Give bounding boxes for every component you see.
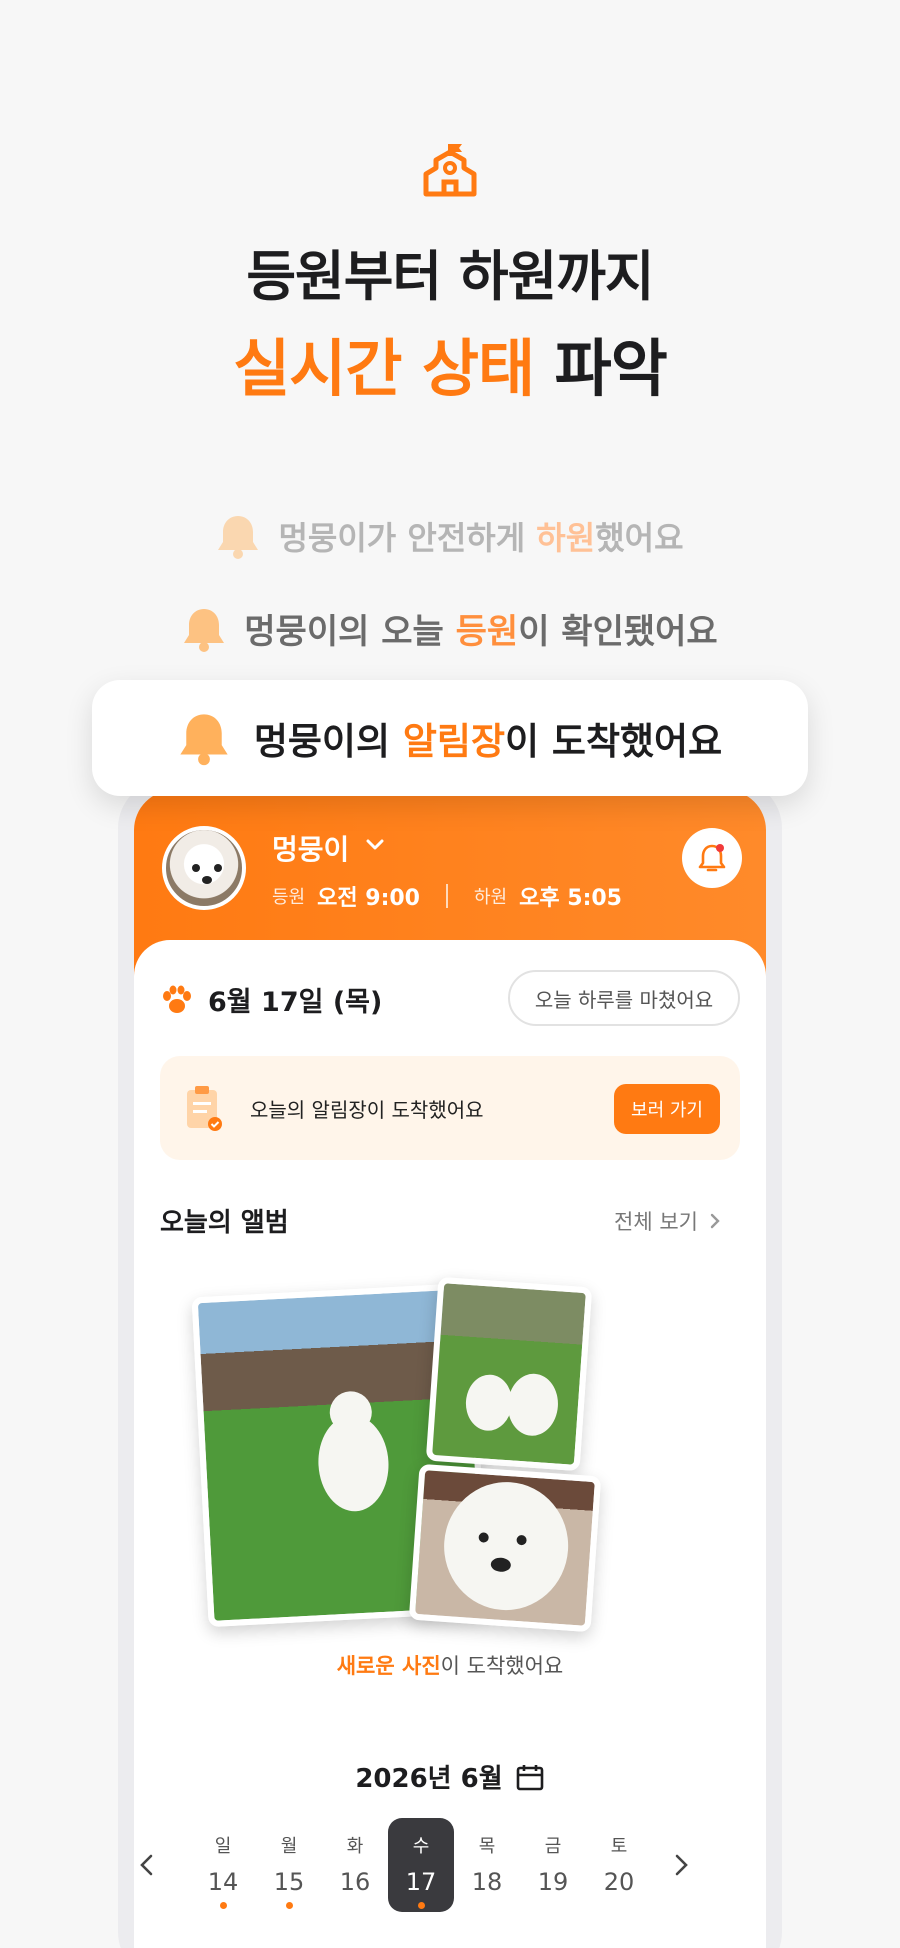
chevron-down-icon[interactable] (364, 834, 386, 856)
notification-text: 이 도착했어요 (505, 720, 723, 763)
weekday-label: 일 (214, 1836, 232, 1857)
activity-dot (285, 1902, 293, 1909)
main-content: 6월 17일 (목) 오늘 하루를 마쳤어요 오늘의 알림장이 도착했어요 보러… (134, 940, 766, 1948)
calendar-day[interactable]: 일 14 (190, 1818, 256, 1912)
calendar-day[interactable]: 화 16 (322, 1818, 388, 1912)
hero-title-rest: 파악 (534, 332, 668, 405)
weekday-label: 토 (610, 1836, 628, 1857)
album-caption: 새로운 사진이 도착했어요 (134, 1650, 766, 1680)
notification-text: 이 확인됐어요 (518, 612, 718, 652)
attendance-times: 등원 오전 9:00 하원 오후 5:05 (272, 880, 622, 912)
calendar-day[interactable]: 금 19 (520, 1818, 586, 1912)
notification-highlight: 등원 (455, 612, 519, 652)
school-icon (423, 144, 477, 197)
day-number: 14 (207, 1868, 239, 1896)
chevron-right-icon (710, 1213, 720, 1229)
calendar-icon (516, 1764, 543, 1790)
divider (446, 884, 448, 908)
activity-dot (550, 1902, 557, 1909)
calendar-day[interactable]: 목 18 (454, 1818, 520, 1912)
view-all-label: 전체 보기 (614, 1210, 698, 1234)
day-number: 16 (339, 1868, 371, 1896)
leave-time: 오후 5:05 (519, 886, 622, 911)
notification-button[interactable] (682, 828, 742, 888)
calendar-month: 2026년 6월 (355, 1764, 503, 1794)
day-number: 19 (537, 1868, 569, 1896)
notification-text: 멍뭉이의 (253, 720, 403, 763)
album-photo[interactable] (425, 1276, 593, 1472)
bell-icon (218, 516, 259, 559)
bell-icon (698, 844, 726, 872)
notification-text: 멍뭉이가 안전하게 (278, 519, 537, 557)
activity-dot (219, 1902, 227, 1909)
weekday-label: 수 (412, 1836, 430, 1857)
bell-icon (184, 608, 225, 652)
activity-dot (484, 1902, 491, 1909)
notice-banner[interactable]: 오늘의 알림장이 도착했어요 보러 가기 (160, 1056, 740, 1160)
day-number: 15 (273, 1868, 305, 1896)
paw-icon (163, 985, 191, 1013)
arrive-label: 등원 (272, 887, 306, 908)
chevron-left-icon[interactable] (134, 1852, 160, 1878)
hero-title-line1: 등원부터 하원까지 (246, 245, 654, 308)
phone-screen: 멍뭉이 등원 오전 9:00 하원 오후 5:05 6월 17일 (목) 오늘 … (134, 790, 766, 1948)
weekday-label: 금 (544, 1836, 562, 1857)
calendar-day[interactable]: 월 15 (256, 1818, 322, 1912)
album-title: 오늘의 앨범 (160, 1208, 289, 1238)
notification-notice-card[interactable]: 멍뭉이의 알림장이 도착했어요 (92, 680, 808, 796)
date-row: 6월 17일 (목) (160, 980, 382, 1019)
caption-highlight: 새로운 사진 (336, 1654, 441, 1678)
day-number: 18 (471, 1868, 503, 1896)
weekday-label: 화 (346, 1836, 364, 1857)
notification-text: 멍뭉이의 오늘 (244, 612, 456, 652)
pet-name[interactable]: 멍뭉이 (272, 828, 349, 868)
current-date: 6월 17일 (목) (208, 987, 383, 1018)
notice-text: 오늘의 알림장이 도착했어요 (250, 1098, 484, 1122)
clipboard-icon (187, 1086, 222, 1131)
activity-dot (616, 1902, 623, 1909)
notification-leave: 멍뭉이가 안전하게 하원했어요 (0, 512, 900, 560)
view-notice-button[interactable]: 보러 가기 (614, 1084, 720, 1134)
weekday-label: 목 (478, 1836, 496, 1857)
calendar-day[interactable]: 수 17 (388, 1818, 454, 1912)
hero-title-line2: 실시간 상태 파악 (0, 318, 900, 408)
arrive-time: 오전 9:00 (317, 886, 420, 911)
view-all-link[interactable]: 전체 보기 (614, 1206, 722, 1236)
activity-dot (352, 1902, 359, 1909)
leave-label: 하원 (474, 887, 508, 908)
calendar-title[interactable]: 2026년 6월 (134, 1758, 766, 1795)
album-photo[interactable] (408, 1463, 602, 1633)
day-done-button[interactable]: 오늘 하루를 마쳤어요 (508, 970, 740, 1026)
week-strip: 일 14 월 15 화 16 수 17 목 18 금 19 토 20 (190, 1818, 652, 1912)
notification-arrive: 멍뭉이의 오늘 등원이 확인됐어요 (0, 604, 900, 653)
day-number: 17 (405, 1868, 437, 1896)
notification-text: 했어요 (595, 519, 684, 557)
activity-dot (417, 1902, 425, 1909)
chevron-right-icon[interactable] (668, 1852, 694, 1878)
calendar-day[interactable]: 토 20 (586, 1818, 652, 1912)
hero-title-accent: 실시간 상태 (233, 332, 535, 405)
notification-highlight: 하원 (536, 519, 596, 557)
weekday-label: 월 (280, 1836, 298, 1857)
notification-highlight: 알림장 (402, 720, 506, 763)
avatar[interactable] (162, 826, 246, 910)
caption-text: 이 도착했어요 (440, 1654, 564, 1678)
bell-icon (180, 714, 228, 766)
day-number: 20 (603, 1868, 635, 1896)
